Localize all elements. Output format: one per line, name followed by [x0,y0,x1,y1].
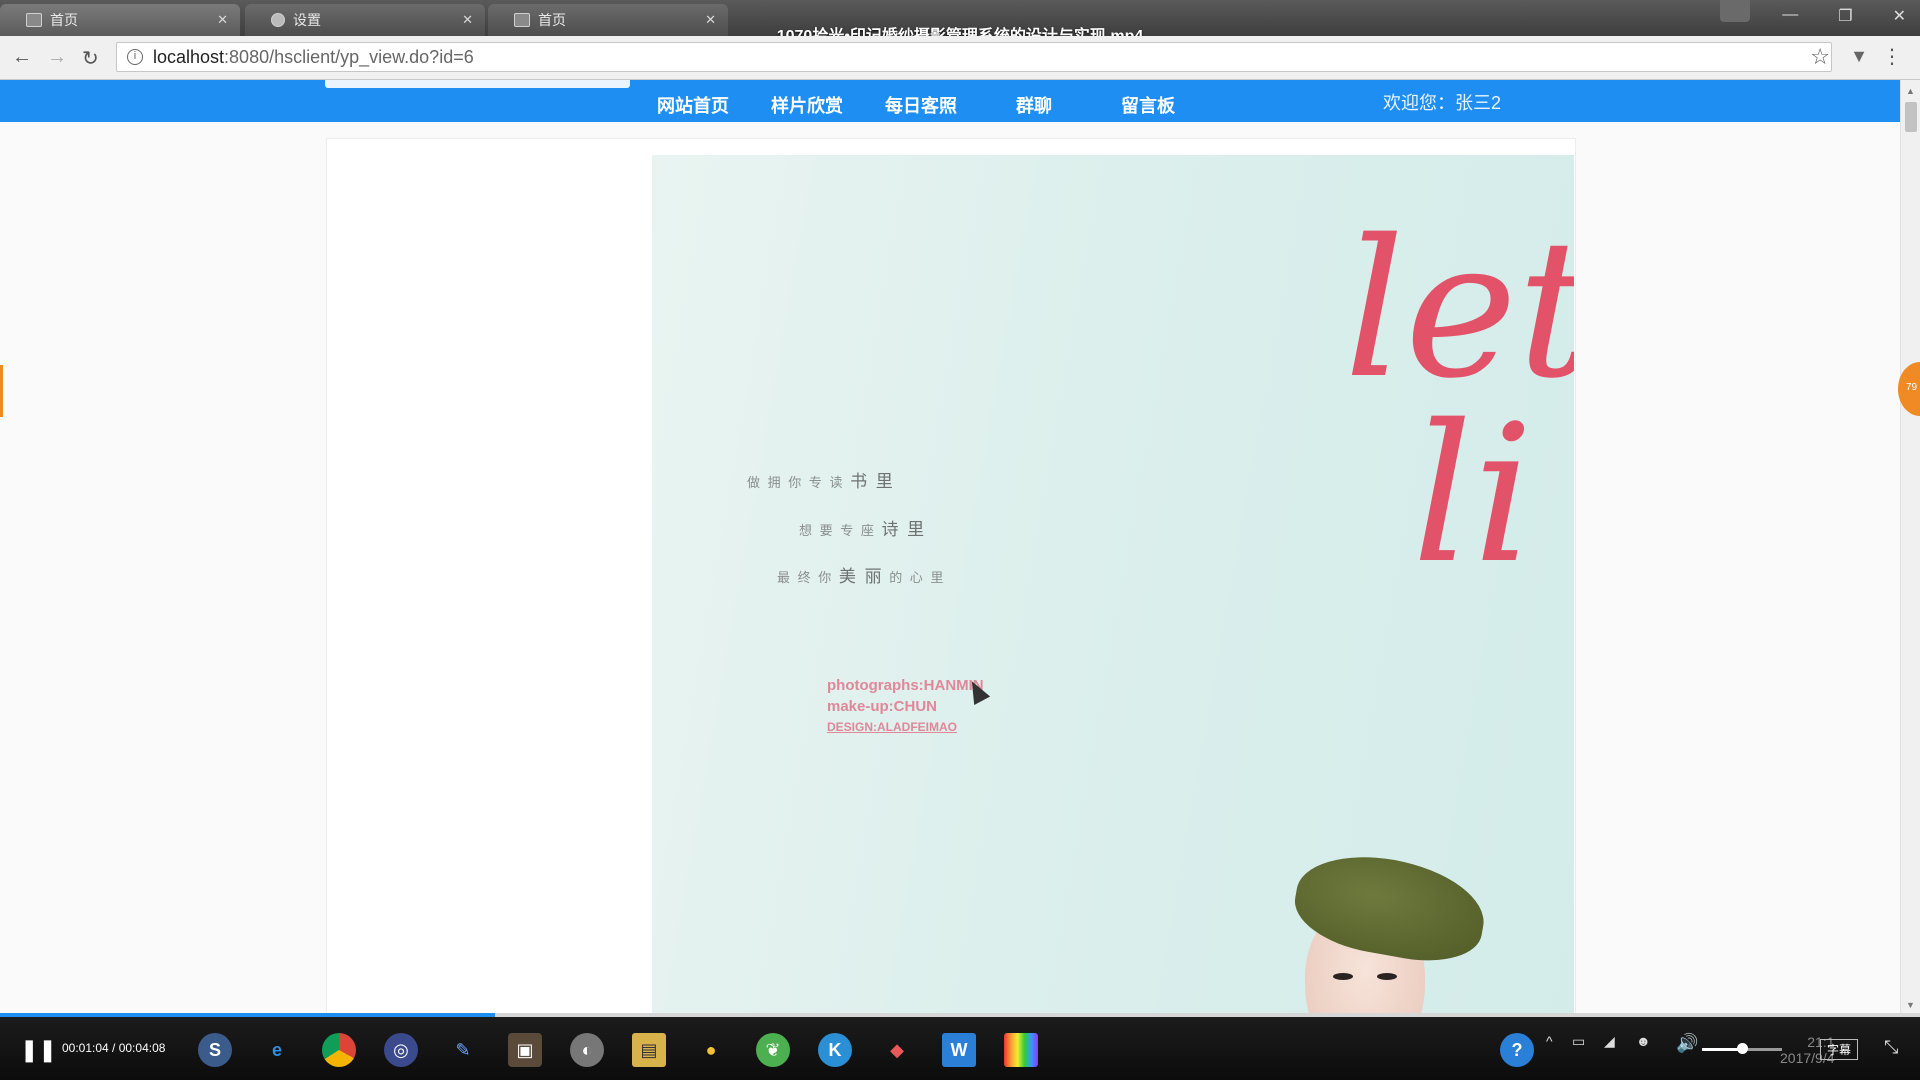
app-pen-icon[interactable]: ✎ [446,1033,480,1067]
scroll-thumb[interactable] [1905,102,1917,132]
video-time: 00:01:04 / 00:04:08 [62,1041,166,1055]
browser-toolbar: ← → ↻ i localhost :8080/hsclient/yp_view… [0,36,1920,80]
app-k-icon[interactable]: K [818,1033,852,1067]
nav-group-chat[interactable]: 群聊 [1016,92,1052,118]
tray-network-icon[interactable]: ◢ [1604,1033,1615,1050]
edge-icon[interactable]: e [260,1033,294,1067]
poster-line-big: 书 里 [850,472,895,491]
file-explorer-icon[interactable]: ▤ [632,1033,666,1067]
app-duck-icon[interactable]: ● [694,1033,728,1067]
chrome-icon[interactable] [322,1033,356,1067]
credit-makeup: make-up:CHUN [827,698,938,715]
app-leaf-icon[interactable]: ❦ [756,1033,790,1067]
poster-line-3: 最 终 你 美 丽 的 心 里 [777,562,945,587]
app-s-icon[interactable]: S [198,1033,232,1067]
tray-chevron-icon[interactable]: ^ [1546,1033,1553,1049]
app-blue-icon[interactable]: ◎ [384,1033,418,1067]
fullscreen-icon[interactable]: ⤡ [1884,1037,1898,1058]
reload-icon[interactable]: ↻ [82,46,99,71]
tray-user-icon[interactable]: ☻ [1636,1033,1651,1049]
page-scrollbar[interactable]: ▲ ▼ [1900,80,1920,1015]
poster-line-1: 做 拥 你 专 读 书 里 [747,467,895,492]
site-navbar: 网站首页 样片欣赏 每日客照 群聊 留言板 欢迎您：张三2 [0,80,1900,122]
video-player-bar: ❚❚ 00:01:04 / 00:04:08 S e ◎ ✎ ▣ ◐ ▤ ● ❦… [0,1017,1920,1080]
site-logo[interactable] [325,80,630,88]
poster-line-small: 做 拥 你 专 读 [747,475,851,490]
pause-icon[interactable]: ❚❚ [20,1037,57,1063]
info-icon[interactable]: i [127,49,143,65]
color-palette-icon[interactable] [1004,1033,1038,1067]
browser-menu-icon[interactable]: ⋮ [1882,44,1902,69]
sample-photo: 做 拥 你 专 读 书 里 想 要 专 座 诗 里 最 终 你 美 丽 的 心 … [652,155,1574,1015]
poster-line-small: 想 要 专 座 [799,523,882,538]
nav-home[interactable]: 网站首页 [657,92,729,118]
poster-script-text-1: lette [1344,199,1574,420]
app-globe-icon[interactable]: ◐ [570,1033,604,1067]
side-tab[interactable] [0,365,3,417]
help-icon[interactable]: ? [1500,1033,1534,1067]
poster-line-small: 最 终 你 [777,570,839,585]
subtitle-button[interactable]: 字幕 [1820,1039,1859,1060]
credit-design: DESIGN:ALADFEIMAO [827,720,957,734]
poster-script-text-2: li [1412,384,1534,605]
poster-line-big: 美 丽 [838,567,884,586]
scroll-up-icon[interactable]: ▲ [1906,86,1915,96]
profile-icon[interactable] [1720,0,1750,22]
url-host: localhost [153,46,225,67]
bookmark-star-icon[interactable]: ☆ [1810,44,1830,70]
eye [1333,973,1353,980]
eye [1377,973,1397,980]
app-folder-dark-icon[interactable]: ▣ [508,1033,542,1067]
credit-photographs: photographs:HANMIN [827,677,984,694]
app-red-icon[interactable]: ◆ [880,1033,914,1067]
web-page: 网站首页 样片欣赏 每日客照 群聊 留言板 欢迎您：张三2 做 拥 你 专 读 … [0,80,1900,1015]
extension-icon[interactable]: ▼ [1850,46,1868,67]
word-icon[interactable]: W [942,1033,976,1067]
volume-icon[interactable]: 🔊 [1676,1033,1698,1054]
nav-daily-photos[interactable]: 每日客照 [885,92,957,118]
scroll-down-icon[interactable]: ▼ [1906,1000,1915,1010]
welcome-text: 欢迎您：张三2 [1383,93,1502,113]
model-portrait [1275,844,1515,1015]
forward-arrow-icon[interactable]: → [47,46,67,69]
poster-line-big: 诗 里 [881,520,927,539]
poster-line-small: 的 心 里 [883,570,946,585]
address-bar[interactable]: i localhost :8080/hsclient/yp_view.do?id… [116,42,1832,72]
poster-line-2: 想 要 专 座 诗 里 [799,515,926,540]
back-arrow-icon[interactable]: ← [12,46,32,69]
nav-message-board[interactable]: 留言板 [1121,92,1175,118]
poster-credits: photographs:HANMIN make-up:CHUN DESIGN:A… [827,675,984,738]
url-path: :8080/hsclient/yp_view.do?id=6 [224,46,474,67]
nav-samples[interactable]: 样片欣赏 [771,92,843,118]
volume-slider-fill [1702,1048,1742,1051]
tray-keyboard-icon[interactable]: ▭ [1572,1033,1585,1050]
volume-slider-knob[interactable] [1737,1043,1748,1054]
